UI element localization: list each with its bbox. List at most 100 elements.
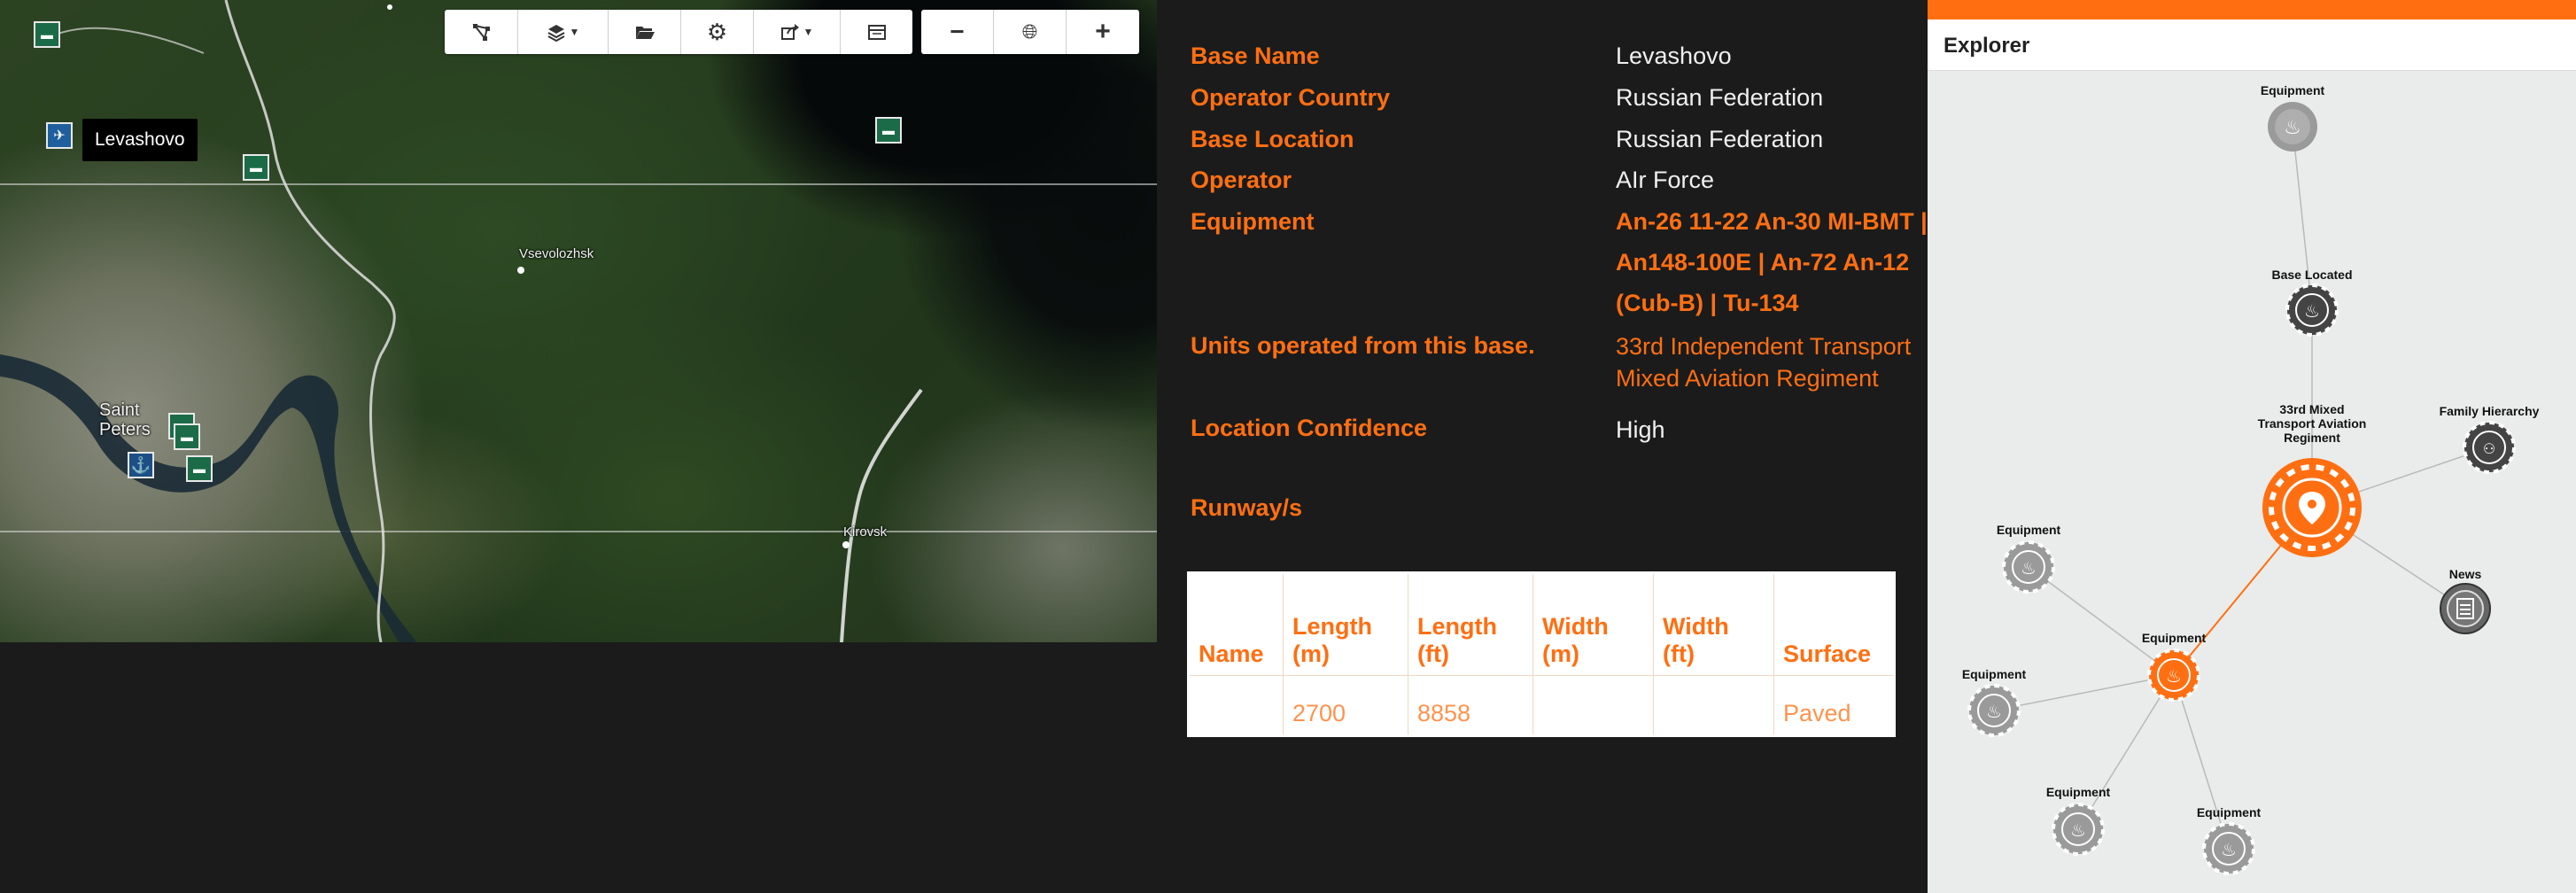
graph-node-equipment-hub[interactable]: ♨ <box>2147 648 2200 702</box>
table-cell <box>1653 675 1774 736</box>
globe-icon: 🌐︎ <box>1021 20 1038 43</box>
tank-icon: ▬ <box>250 160 262 175</box>
hierarchy-icon: ⚇ <box>2483 442 2495 457</box>
zoom-toolbar: − 🌐︎ + <box>921 10 1139 54</box>
map-overlays <box>0 0 1157 642</box>
graph-edge <box>2292 126 2313 311</box>
node-label-equipment-left1: Equipment <box>1996 523 2061 537</box>
explorer-graph[interactable]: ♨ ♨ ⚇ ♨ ♨ ♨ ♨ ♨ <box>1928 0 2576 893</box>
table-cell <box>1188 675 1284 736</box>
draw-polygon-icon <box>472 24 490 41</box>
graph-node-equipment-bm[interactable]: ♨ <box>2202 822 2255 875</box>
confidence-value: High <box>1616 416 1665 443</box>
tank-icon: ▬ <box>193 462 206 476</box>
base-details-panel: Base Name Levashovo Operator Country Rus… <box>1157 0 1928 893</box>
plus-icon: + <box>1095 17 1111 46</box>
graph-node-regiment[interactable] <box>2262 458 2362 557</box>
flame-icon: ♨ <box>1986 703 2002 722</box>
table-cell <box>1532 675 1654 736</box>
equipment-value[interactable]: An-26 11-22 An-30 MI-BMT | An148-100E | … <box>1616 201 1935 323</box>
column-header: Length (ft) <box>1408 572 1533 676</box>
base-name-value: Levashovo <box>1616 43 1732 69</box>
military-marker[interactable]: ▬ <box>875 117 902 144</box>
map-tooltip: Levashovo <box>82 119 198 161</box>
runways-table: Name Length (m) Length (ft) Width (m) Wi… <box>1187 571 1896 737</box>
flame-icon: ♨ <box>2166 667 2182 687</box>
units-value[interactable]: 33rd Independent Transport Mixed Aviatio… <box>1616 330 1935 394</box>
tank-icon: ▬ <box>41 27 53 42</box>
column-header: Length (m) <box>1283 572 1408 676</box>
anchor-icon: ⚓ <box>130 455 151 474</box>
node-label-equipment-left2: Equipment <box>1961 667 2027 681</box>
node-label-equipment-bm: Equipment <box>2196 805 2262 819</box>
flame-icon: ♨ <box>2070 821 2086 841</box>
graph-node-news[interactable] <box>2440 583 2491 634</box>
timeline-button[interactable] <box>841 10 912 54</box>
flame-icon: ♨ <box>2284 116 2301 138</box>
graph-edge <box>2077 674 2175 830</box>
column-header: Width (m) <box>1532 572 1654 676</box>
tank-icon: ▬ <box>181 430 193 444</box>
settings-button[interactable]: ⚙ <box>681 10 754 54</box>
flame-icon: ♨ <box>2304 302 2320 322</box>
graph-node-equipment-top[interactable]: ♨ <box>2268 102 2317 151</box>
place-label-vsevolozhsk: Vsevolozhsk <box>519 246 594 261</box>
open-file-button[interactable] <box>609 10 681 54</box>
column-header: Width (ft) <box>1653 572 1774 676</box>
base-location-label: Base Location <box>1191 126 1354 152</box>
share-button[interactable]: ▼ <box>754 10 841 54</box>
draw-tool-button[interactable] <box>445 10 518 54</box>
equipment-label: Equipment <box>1191 208 1315 235</box>
graph-node-base-located[interactable]: ♨ <box>2285 283 2339 337</box>
runways-header-row: Name Length (m) Length (ft) Width (m) Wi… <box>1188 572 1895 676</box>
graph-node-equipment-bl[interactable]: ♨ <box>2052 803 2105 856</box>
table-cell: 2700 <box>1283 675 1408 736</box>
flame-icon: ♨ <box>2221 841 2237 860</box>
military-marker[interactable]: ▬ <box>174 423 200 450</box>
minus-icon: − <box>950 18 965 45</box>
military-marker[interactable]: ▬ <box>243 154 269 181</box>
place-label-kirovsk: Kirovsk <box>843 524 888 540</box>
base-location-value: Russian Federation <box>1616 126 1824 152</box>
node-label-equipment-hub: Equipment <box>2141 631 2207 645</box>
share-icon <box>780 24 799 40</box>
node-label-news: News <box>2448 567 2482 581</box>
node-label-regiment: 33rd Mixed Transport Aviation Regiment <box>2257 402 2367 445</box>
graph-node-equipment-left2[interactable]: ♨ <box>1967 684 2021 737</box>
operator-value: AIr Force <box>1616 167 1715 193</box>
units-label: Units operated from this base. <box>1191 332 1535 359</box>
graph-edge <box>2028 566 2175 676</box>
globe-button[interactable]: 🌐︎ <box>994 10 1067 54</box>
chevron-down-icon: ▼ <box>569 26 580 38</box>
table-cell: Paved <box>1773 675 1895 736</box>
place-label-saint-petersburg: Saint Peters <box>99 400 151 439</box>
node-label-family-hierarchy: Family Hierarchy <box>2439 404 2540 418</box>
airplane-icon: ✈ <box>53 128 66 144</box>
folder-open-icon <box>635 27 655 39</box>
operator-country-label: Operator Country <box>1191 84 1391 111</box>
airbase-marker[interactable]: ✈ <box>46 122 73 149</box>
gear-icon: ⚙ <box>706 18 728 45</box>
operator-label: Operator <box>1191 167 1292 193</box>
location-pin-icon <box>2308 500 2316 509</box>
graph-node-equipment-left1[interactable]: ♨ <box>2002 540 2055 594</box>
layers-button[interactable]: ▼ <box>518 10 609 54</box>
node-label-base-located: Base Located <box>2271 268 2353 282</box>
military-marker[interactable]: ▬ <box>34 21 60 48</box>
zoom-out-button[interactable]: − <box>921 10 994 54</box>
table-cell: 8858 <box>1408 675 1533 736</box>
graph-node-family-hierarchy[interactable]: ⚇ <box>2463 421 2516 474</box>
confidence-label: Location Confidence <box>1191 415 1428 441</box>
node-label-equipment-bl: Equipment <box>2045 785 2111 799</box>
naval-base-marker[interactable]: ⚓ <box>128 452 154 478</box>
column-header: Name <box>1188 572 1284 676</box>
flame-icon: ♨ <box>2021 559 2037 579</box>
operator-country-value: Russian Federation <box>1616 84 1824 111</box>
map-view[interactable]: Vsevolozhsk Saint Peters Kirovsk ro ▬ ✈ … <box>0 0 1157 642</box>
zoom-in-button[interactable]: + <box>1067 10 1139 54</box>
node-label-equipment-top: Equipment <box>2260 83 2325 97</box>
graph-edge <box>2173 674 2230 850</box>
military-marker[interactable]: ▬ <box>186 455 213 482</box>
explorer-panel: Explorer ♨ ♨ ⚇ ♨ ♨ ♨ ♨ ♨ Equipment Base … <box>1928 0 2576 893</box>
table-row: 2700 8858 Paved <box>1188 675 1895 736</box>
